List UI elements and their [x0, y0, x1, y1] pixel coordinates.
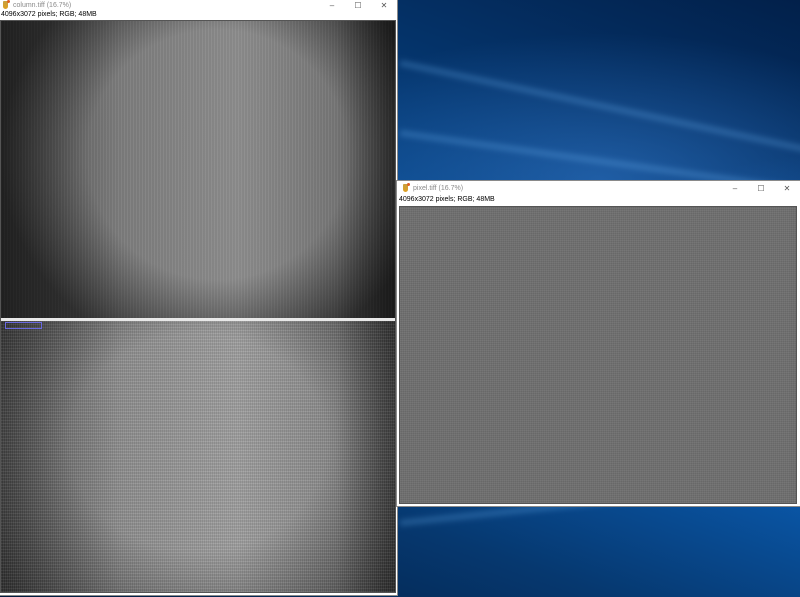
maximize-button[interactable]: ☐ [748, 181, 774, 195]
pixel-image-content [400, 207, 796, 503]
window-title: column.tiff (16.7%) [13, 1, 72, 9]
image-info: 4096x3072 pixels; RGB; 48MB [0, 10, 397, 19]
close-button[interactable]: ✕ [774, 181, 800, 195]
column-image-window[interactable]: column.tiff (16.7%) – ☐ ✕ 4096x3072 pixe… [0, 0, 397, 595]
column-image-bottom-frame [1, 321, 395, 592]
pixel-window-titlebar[interactable]: pixel.tiff (16.7%) – ☐ ✕ [397, 181, 800, 195]
pixel-image-window[interactable]: pixel.tiff (16.7%) – ☐ ✕ 4096x3072 pixel… [397, 181, 800, 506]
minimize-button[interactable]: – [319, 0, 345, 10]
close-button[interactable]: ✕ [371, 0, 397, 10]
pixel-image-canvas[interactable] [399, 206, 797, 504]
column-window-titlebar[interactable]: column.tiff (16.7%) – ☐ ✕ [0, 0, 397, 10]
column-image-canvas[interactable] [0, 20, 396, 593]
minimize-button[interactable]: – [722, 181, 748, 195]
imagej-flask-icon [1, 0, 11, 10]
imagej-flask-icon [401, 183, 411, 193]
column-image-top-frame [1, 21, 395, 318]
image-info: 4096x3072 pixels; RGB; 48MB [397, 195, 800, 204]
maximize-button[interactable]: ☐ [345, 0, 371, 10]
roi-rectangle[interactable] [5, 322, 42, 329]
window-title: pixel.tiff (16.7%) [413, 184, 464, 192]
